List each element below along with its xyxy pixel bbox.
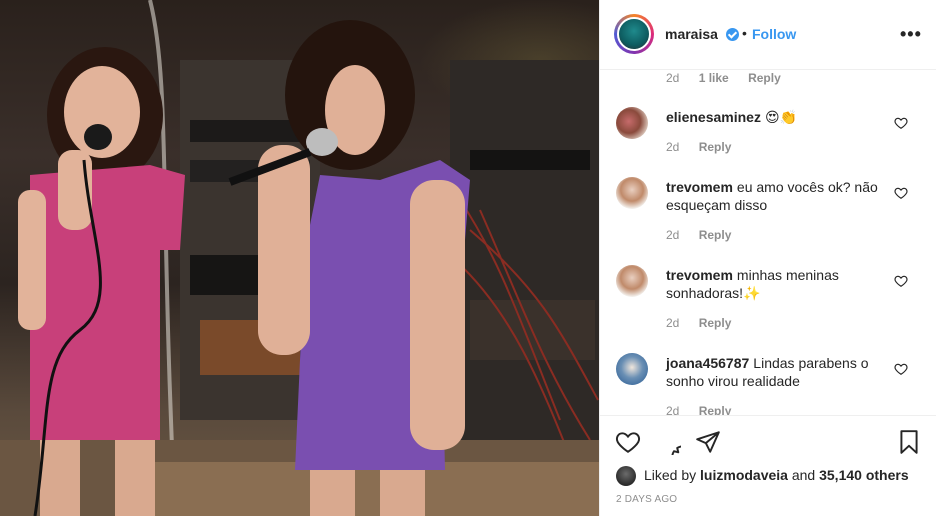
- more-options-icon[interactable]: •••: [900, 24, 922, 45]
- liked-by-prefix: Liked by: [644, 467, 697, 483]
- post-username[interactable]: maraisa: [665, 26, 718, 42]
- reply-button[interactable]: Reply: [699, 404, 732, 415]
- liker-username[interactable]: luizmodaveia: [700, 467, 788, 483]
- right-microphone-head: [306, 128, 338, 156]
- comment-icon[interactable]: [655, 429, 681, 455]
- reply-button[interactable]: Reply: [748, 71, 781, 85]
- like-count[interactable]: 35,140 others: [819, 467, 909, 483]
- commenter-avatar[interactable]: [616, 265, 648, 297]
- comment-text: 😍👏: [764, 109, 797, 125]
- comment-username[interactable]: trevomem: [666, 179, 733, 195]
- left-microphone: [84, 124, 112, 150]
- left-girl-dress: [30, 165, 185, 440]
- photo-illustration: [0, 0, 599, 516]
- liked-by-text: Liked by luizmodaveia and 35,140 others: [644, 467, 909, 483]
- post-photo[interactable]: [0, 0, 599, 516]
- liked-by-middle: and: [791, 467, 816, 483]
- post-actions: Liked by luizmodaveia and 35,140 others …: [600, 415, 936, 516]
- comment-meta: 2d Reply: [666, 404, 747, 415]
- right-girl-arm-left: [258, 145, 310, 355]
- comment-heart-icon[interactable]: [894, 274, 908, 288]
- comment-body: joana456787 Lindas parabens o sonho virou…: [666, 354, 891, 390]
- comment-username[interactable]: trevomem: [666, 267, 733, 283]
- liker-avatar[interactable]: [616, 466, 636, 486]
- post-side-panel: maraisa • Follow ••• 2d 1 like Reply eli…: [599, 0, 936, 516]
- right-girl-leg-2: [380, 470, 425, 516]
- post-header: maraisa • Follow •••: [600, 0, 936, 70]
- right-girl-arm-right: [410, 180, 465, 450]
- comment-heart-icon[interactable]: [894, 362, 908, 376]
- comment-time: 2d: [666, 71, 680, 85]
- comment-time: 2d: [666, 316, 680, 330]
- verified-badge-icon: [726, 28, 739, 41]
- commenter-avatar[interactable]: [616, 353, 648, 385]
- post-timestamp[interactable]: 2 DAYS AGO: [616, 494, 677, 505]
- comment-meta: 2d Reply: [666, 228, 747, 242]
- comment-time: 2d: [666, 228, 680, 242]
- comment-meta: 2d Reply: [666, 316, 747, 330]
- left-girl-arm: [18, 190, 46, 330]
- bookmark-icon[interactable]: [896, 429, 922, 455]
- commenter-avatar[interactable]: [616, 107, 648, 139]
- right-girl-leg-1: [310, 470, 355, 516]
- separator-dot: •: [742, 25, 747, 41]
- left-girl-leg-2: [115, 440, 155, 516]
- profile-avatar[interactable]: [614, 14, 654, 54]
- follow-button[interactable]: Follow: [752, 26, 796, 42]
- comment-like-count[interactable]: 1 like: [699, 71, 729, 85]
- comment-time: 2d: [666, 140, 680, 154]
- comment-heart-icon[interactable]: [894, 186, 908, 200]
- comment-username[interactable]: elienesaminez: [666, 109, 761, 125]
- stage-front: [150, 462, 599, 516]
- reply-button[interactable]: Reply: [699, 228, 732, 242]
- share-icon[interactable]: [695, 429, 721, 455]
- comments-list[interactable]: 2d 1 like Reply elienesaminez 😍👏 2d Reply…: [600, 71, 936, 415]
- profile-avatar-image: [617, 17, 651, 51]
- mixer-unit: [470, 150, 590, 170]
- comment-meta: 2d Reply: [666, 140, 747, 154]
- comment-body: elienesaminez 😍👏: [666, 108, 891, 126]
- commenter-avatar[interactable]: [616, 177, 648, 209]
- left-girl-leg-1: [40, 440, 80, 516]
- comment-heart-icon[interactable]: [894, 116, 908, 130]
- comment-username[interactable]: joana456787: [666, 355, 749, 371]
- comment-time: 2d: [666, 404, 680, 415]
- heart-icon[interactable]: [615, 429, 641, 455]
- reply-button[interactable]: Reply: [699, 316, 732, 330]
- comment-body: trevomem minhas meninas sonhadoras!✨: [666, 266, 891, 302]
- comment-body: trevomem eu amo vocês ok? não esqueçam di…: [666, 178, 891, 214]
- reply-button[interactable]: Reply: [699, 140, 732, 154]
- previous-comment-meta: 2d 1 like Reply: [666, 71, 797, 85]
